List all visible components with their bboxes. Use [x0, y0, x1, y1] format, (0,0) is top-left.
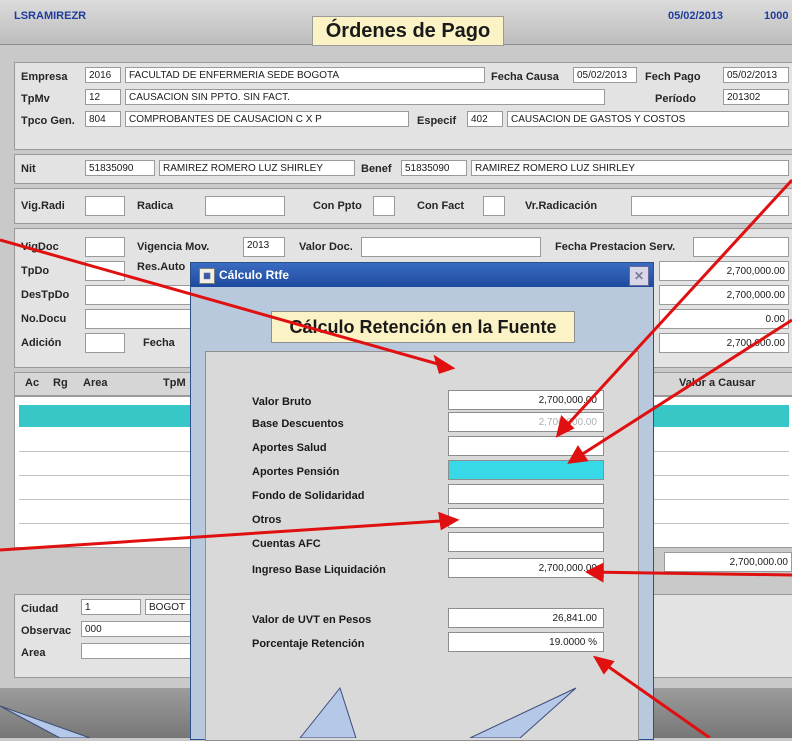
- callout-bubble: [0, 705, 91, 738]
- annotation-arrow: [587, 570, 792, 577]
- callout-bubble: [469, 687, 577, 738]
- arrow-head: [592, 655, 615, 675]
- annotation-arrow: [556, 178, 792, 437]
- callout-bubble: [299, 686, 357, 738]
- annotation-arrow: [569, 318, 792, 464]
- arrow-head: [433, 354, 456, 374]
- annotation-arrow: [595, 656, 711, 738]
- annotation-arrow: [0, 238, 453, 370]
- arrow-head: [584, 562, 604, 583]
- arrow-head: [438, 511, 460, 531]
- annotation-overlay: [0, 178, 792, 738]
- arrow-head: [567, 445, 589, 464]
- annotation-arrow: [0, 518, 457, 552]
